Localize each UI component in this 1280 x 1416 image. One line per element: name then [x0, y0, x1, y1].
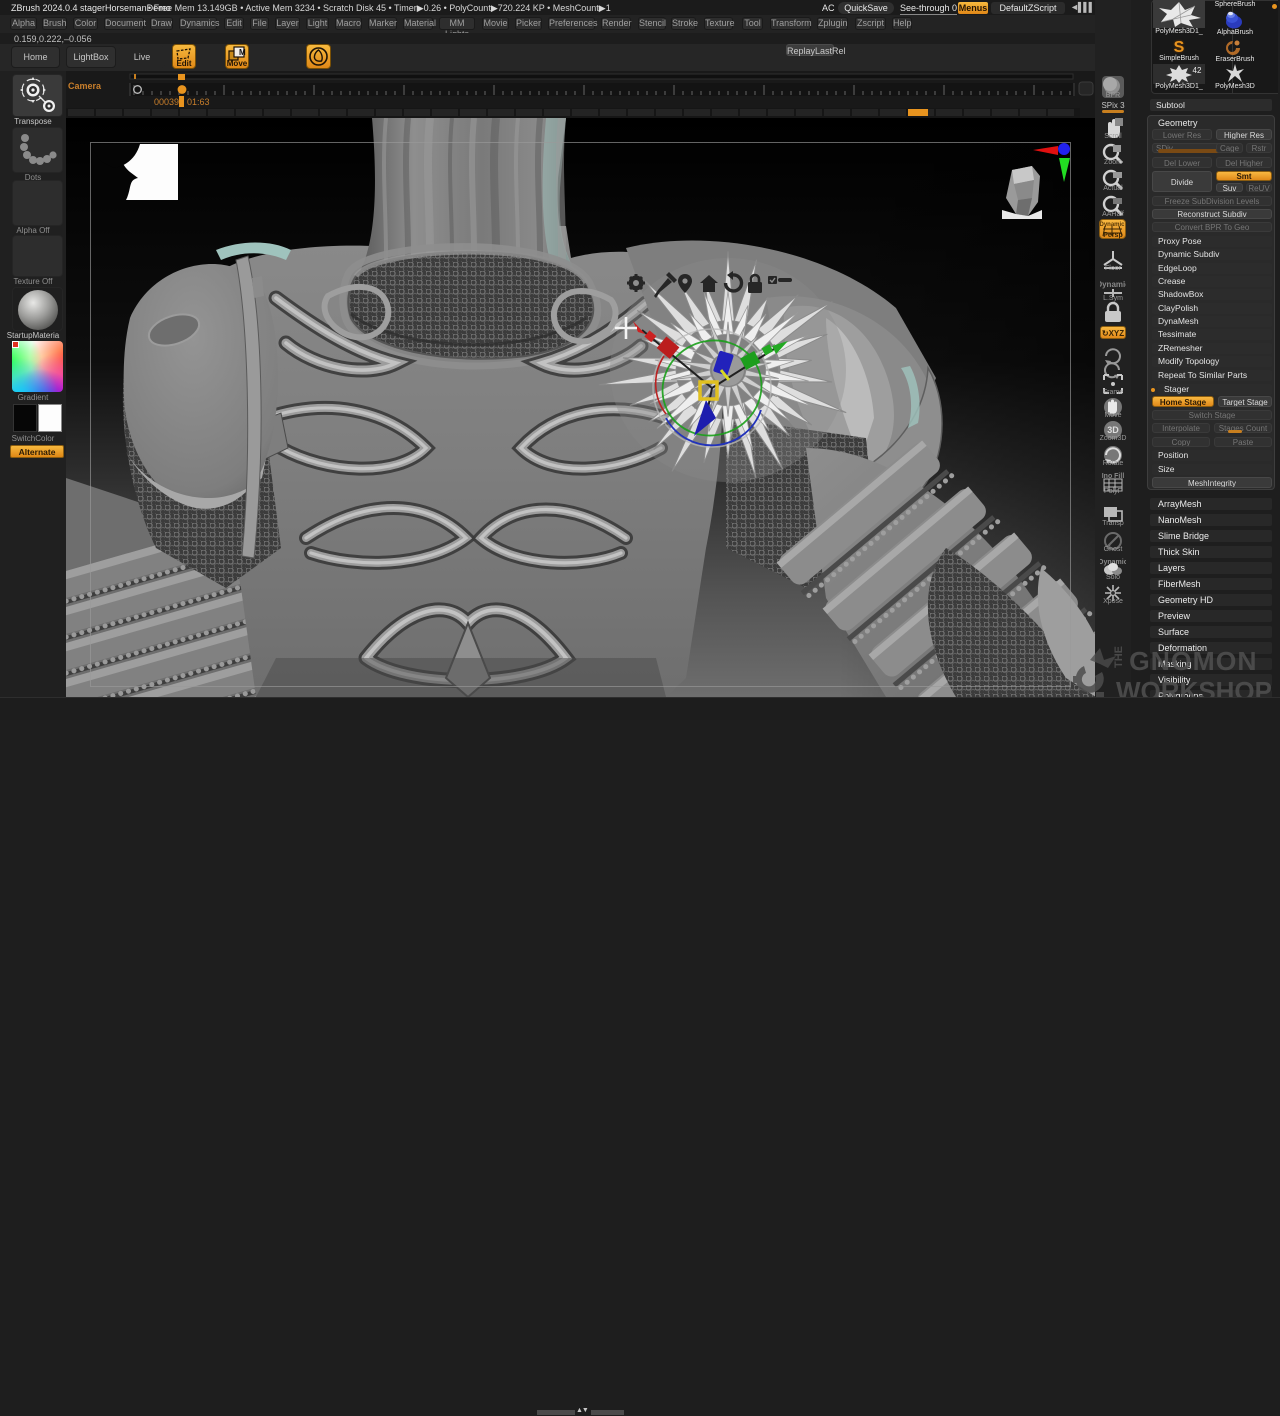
svg-text:GNOMON: GNOMON	[1129, 646, 1257, 676]
svg-text:3D: 3D	[1107, 425, 1119, 435]
svg-text:S: S	[1174, 39, 1185, 56]
svg-text:Dynamic: Dynamic	[1100, 280, 1126, 289]
svg-text:THE: THE	[1113, 646, 1125, 668]
svg-text:Edit: Edit	[176, 59, 191, 68]
svg-text:Move: Move	[227, 59, 248, 68]
svg-text:00039: 00039	[154, 97, 179, 107]
svg-text:M: M	[239, 48, 246, 57]
svg-text:01:63: 01:63	[187, 97, 210, 107]
svg-text:42: 42	[1193, 66, 1202, 75]
